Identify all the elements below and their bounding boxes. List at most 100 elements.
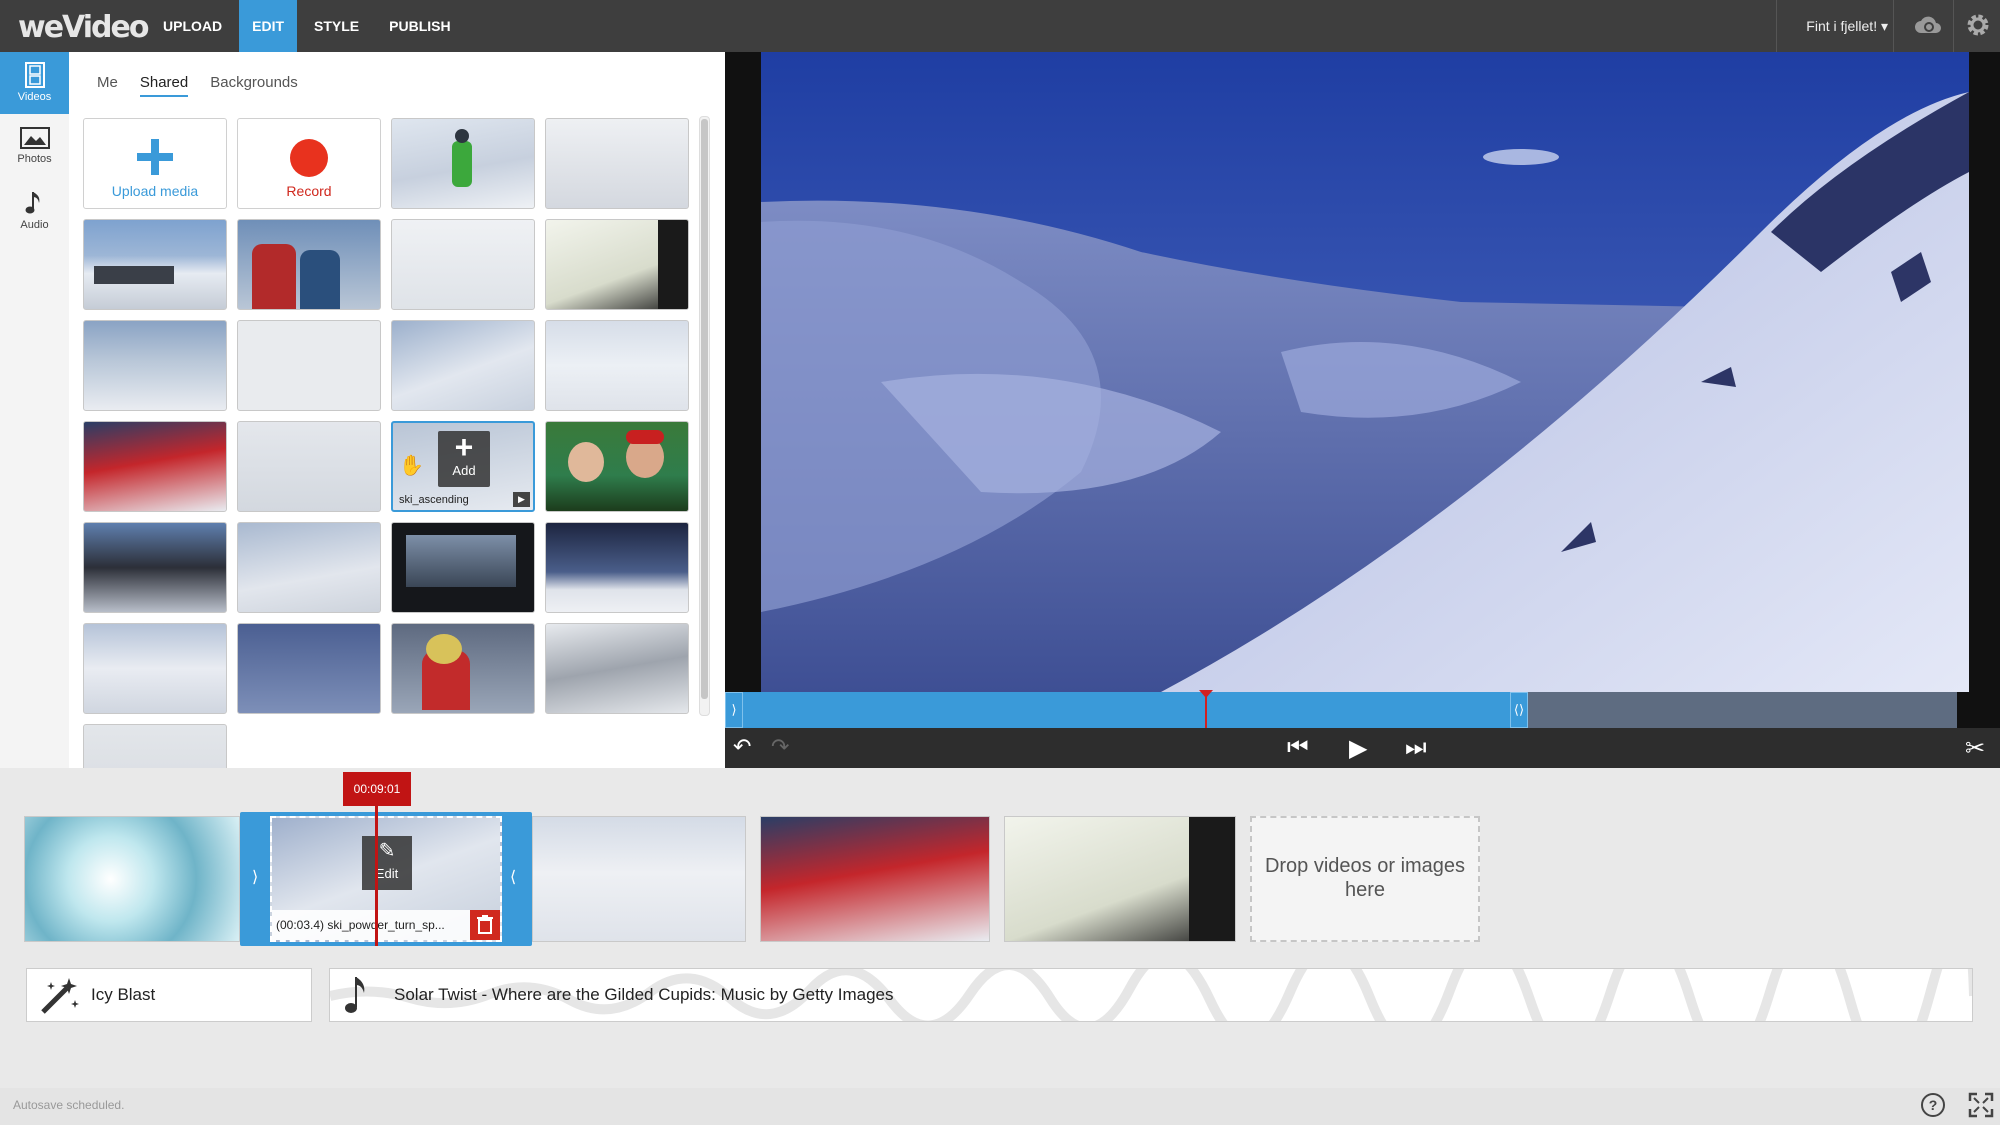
- record-label: Record: [286, 183, 332, 199]
- timeline-clip-transition[interactable]: [24, 816, 240, 942]
- film-icon: [24, 62, 45, 88]
- skip-forward-icon[interactable]: ⏭: [1405, 734, 1427, 762]
- trim-start-handle[interactable]: ⟩: [725, 692, 743, 728]
- tab-me[interactable]: Me: [97, 74, 118, 97]
- media-thumbnail[interactable]: [545, 320, 689, 411]
- media-thumbnail[interactable]: [237, 522, 381, 613]
- main-nav: UPLOAD EDIT STYLE PUBLISH: [150, 0, 468, 52]
- sidebar-item-audio[interactable]: Audio: [0, 180, 69, 242]
- sidebar-item-label: Videos: [17, 91, 52, 103]
- sidebar-item-photos[interactable]: Photos: [0, 116, 69, 178]
- media-thumbnail[interactable]: [391, 522, 535, 613]
- media-thumbnail[interactable]: [237, 421, 381, 512]
- edit-clip-button[interactable]: ✎ Edit: [362, 836, 412, 890]
- plus-icon: +: [454, 429, 474, 465]
- record-icon: [290, 139, 328, 177]
- top-bar: weVideo UPLOAD EDIT STYLE PUBLISH Fint i…: [0, 0, 2000, 52]
- record-button[interactable]: Record: [237, 118, 381, 209]
- trim-end-handle[interactable]: ⟨⟩: [1510, 692, 1528, 728]
- add-to-timeline-button[interactable]: + Add: [438, 431, 490, 487]
- media-thumbnail[interactable]: [545, 118, 689, 209]
- skip-back-icon[interactable]: ⏮: [1287, 734, 1309, 762]
- play-icon[interactable]: ▶: [1349, 734, 1367, 763]
- media-thumbnail[interactable]: [237, 623, 381, 714]
- media-thumbnail[interactable]: [83, 522, 227, 613]
- media-thumbnail[interactable]: [391, 623, 535, 714]
- wevideo-logo[interactable]: weVideo: [18, 10, 149, 45]
- sidebar-item-label: Photos: [17, 153, 52, 165]
- timeline-clip[interactable]: [760, 816, 990, 942]
- upload-media-button[interactable]: Upload media: [83, 118, 227, 209]
- video-frame[interactable]: [761, 52, 1969, 692]
- media-scrollbar[interactable]: [699, 116, 710, 716]
- theme-track[interactable]: Icy Blast: [26, 968, 312, 1022]
- media-thumbnail[interactable]: [83, 320, 227, 411]
- trash-icon[interactable]: [470, 910, 500, 940]
- nav-style[interactable]: STYLE: [301, 0, 372, 52]
- media-thumbnail[interactable]: [83, 623, 227, 714]
- media-thumbnail[interactable]: [545, 421, 689, 512]
- media-thumbnail[interactable]: [391, 320, 535, 411]
- media-thumbnail[interactable]: [237, 320, 381, 411]
- help-icon[interactable]: ?: [1920, 1092, 1946, 1125]
- video-preview: ⟩ ⟨⟩ ↶ ↷ ⏮ ▶ ⏭ ✂: [725, 52, 2000, 768]
- video-frame-image: [761, 52, 1969, 692]
- pencil-icon: ✎: [378, 840, 396, 862]
- media-thumbnail[interactable]: [545, 623, 689, 714]
- status-bar: Autosave scheduled. ?: [0, 1088, 2000, 1125]
- svg-text:?: ?: [1929, 1097, 1938, 1113]
- divider: [1893, 0, 1894, 52]
- media-thumbnail[interactable]: [83, 724, 227, 768]
- undo-icon[interactable]: ↶: [733, 734, 751, 760]
- play-icon[interactable]: ▶: [513, 492, 530, 507]
- media-thumbnail[interactable]: [83, 421, 227, 512]
- project-name-dropdown[interactable]: Fint i fjellet! ▾: [1806, 18, 1888, 35]
- timeline-playhead[interactable]: [375, 806, 378, 946]
- music-note-icon: [25, 192, 39, 214]
- image-icon: [19, 127, 50, 149]
- timeline: 00:09:01 ⟩ ⟨ ✎ Edit (00:03.4) ski_powder…: [0, 768, 2000, 1088]
- add-label: Add: [452, 463, 476, 478]
- nav-upload[interactable]: UPLOAD: [150, 0, 235, 52]
- media-thumbnail[interactable]: [237, 219, 381, 310]
- media-grid: Upload media Record ✋ + Add ski_ascendin…: [83, 118, 699, 768]
- media-thumbnail[interactable]: [545, 522, 689, 613]
- nav-publish[interactable]: PUBLISH: [376, 0, 463, 52]
- nav-edit[interactable]: EDIT: [239, 0, 298, 52]
- clip-range: [735, 692, 1520, 728]
- trim-right-icon[interactable]: ⟨: [510, 867, 516, 887]
- gear-icon[interactable]: [1963, 11, 1993, 41]
- sidebar-item-videos[interactable]: Videos: [0, 52, 69, 114]
- clip-caption: (00:03.4) ski_powder_turn_sp...: [272, 910, 500, 940]
- preview-scrubber[interactable]: ⟩ ⟨⟩: [725, 690, 1957, 728]
- timeline-clip-selected[interactable]: ⟩ ⟨ ✎ Edit (00:03.4) ski_powder_turn_sp.…: [240, 812, 532, 946]
- media-thumbnail[interactable]: [83, 219, 227, 310]
- redo-icon[interactable]: ↷: [771, 734, 789, 760]
- media-thumbnail[interactable]: [391, 219, 535, 310]
- media-thumbnail[interactable]: [545, 219, 689, 310]
- music-track[interactable]: Solar Twist - Where are the Gilded Cupid…: [329, 968, 1973, 1022]
- divider: [1776, 0, 1777, 52]
- scrollbar-thumb[interactable]: [701, 119, 708, 699]
- media-library-panel: Me Shared Backgrounds Upload media Recor…: [69, 52, 725, 768]
- tab-shared[interactable]: Shared: [139, 74, 189, 97]
- fullscreen-icon[interactable]: [1968, 1092, 1994, 1125]
- autosave-status: Autosave scheduled.: [13, 1098, 125, 1112]
- timeline-clip[interactable]: [1004, 816, 1236, 942]
- sidebar-item-label: Audio: [20, 219, 49, 231]
- trim-left-icon[interactable]: ⟩: [252, 867, 258, 887]
- thumbnail-caption: ski_ascending: [399, 494, 469, 506]
- music-label: Solar Twist - Where are the Gilded Cupid…: [394, 985, 894, 1004]
- music-note-icon: [345, 977, 365, 1013]
- drop-zone[interactable]: Drop videos or images here: [1250, 816, 1480, 942]
- playback-controls: ↶ ↷ ⏮ ▶ ⏭ ✂: [725, 728, 2000, 768]
- magic-wand-icon: [41, 978, 79, 1014]
- timeline-clip[interactable]: [532, 816, 746, 942]
- edit-label: Edit: [375, 866, 399, 881]
- media-thumbnail[interactable]: [391, 118, 535, 209]
- cloud-sync-icon[interactable]: [1913, 11, 1943, 41]
- upload-media-label: Upload media: [111, 183, 199, 199]
- tab-backgrounds[interactable]: Backgrounds: [210, 74, 298, 97]
- media-thumbnail-ski-ascending[interactable]: ✋ + Add ski_ascending ▶: [391, 421, 535, 512]
- split-scissors-icon[interactable]: ✂: [1965, 734, 1985, 763]
